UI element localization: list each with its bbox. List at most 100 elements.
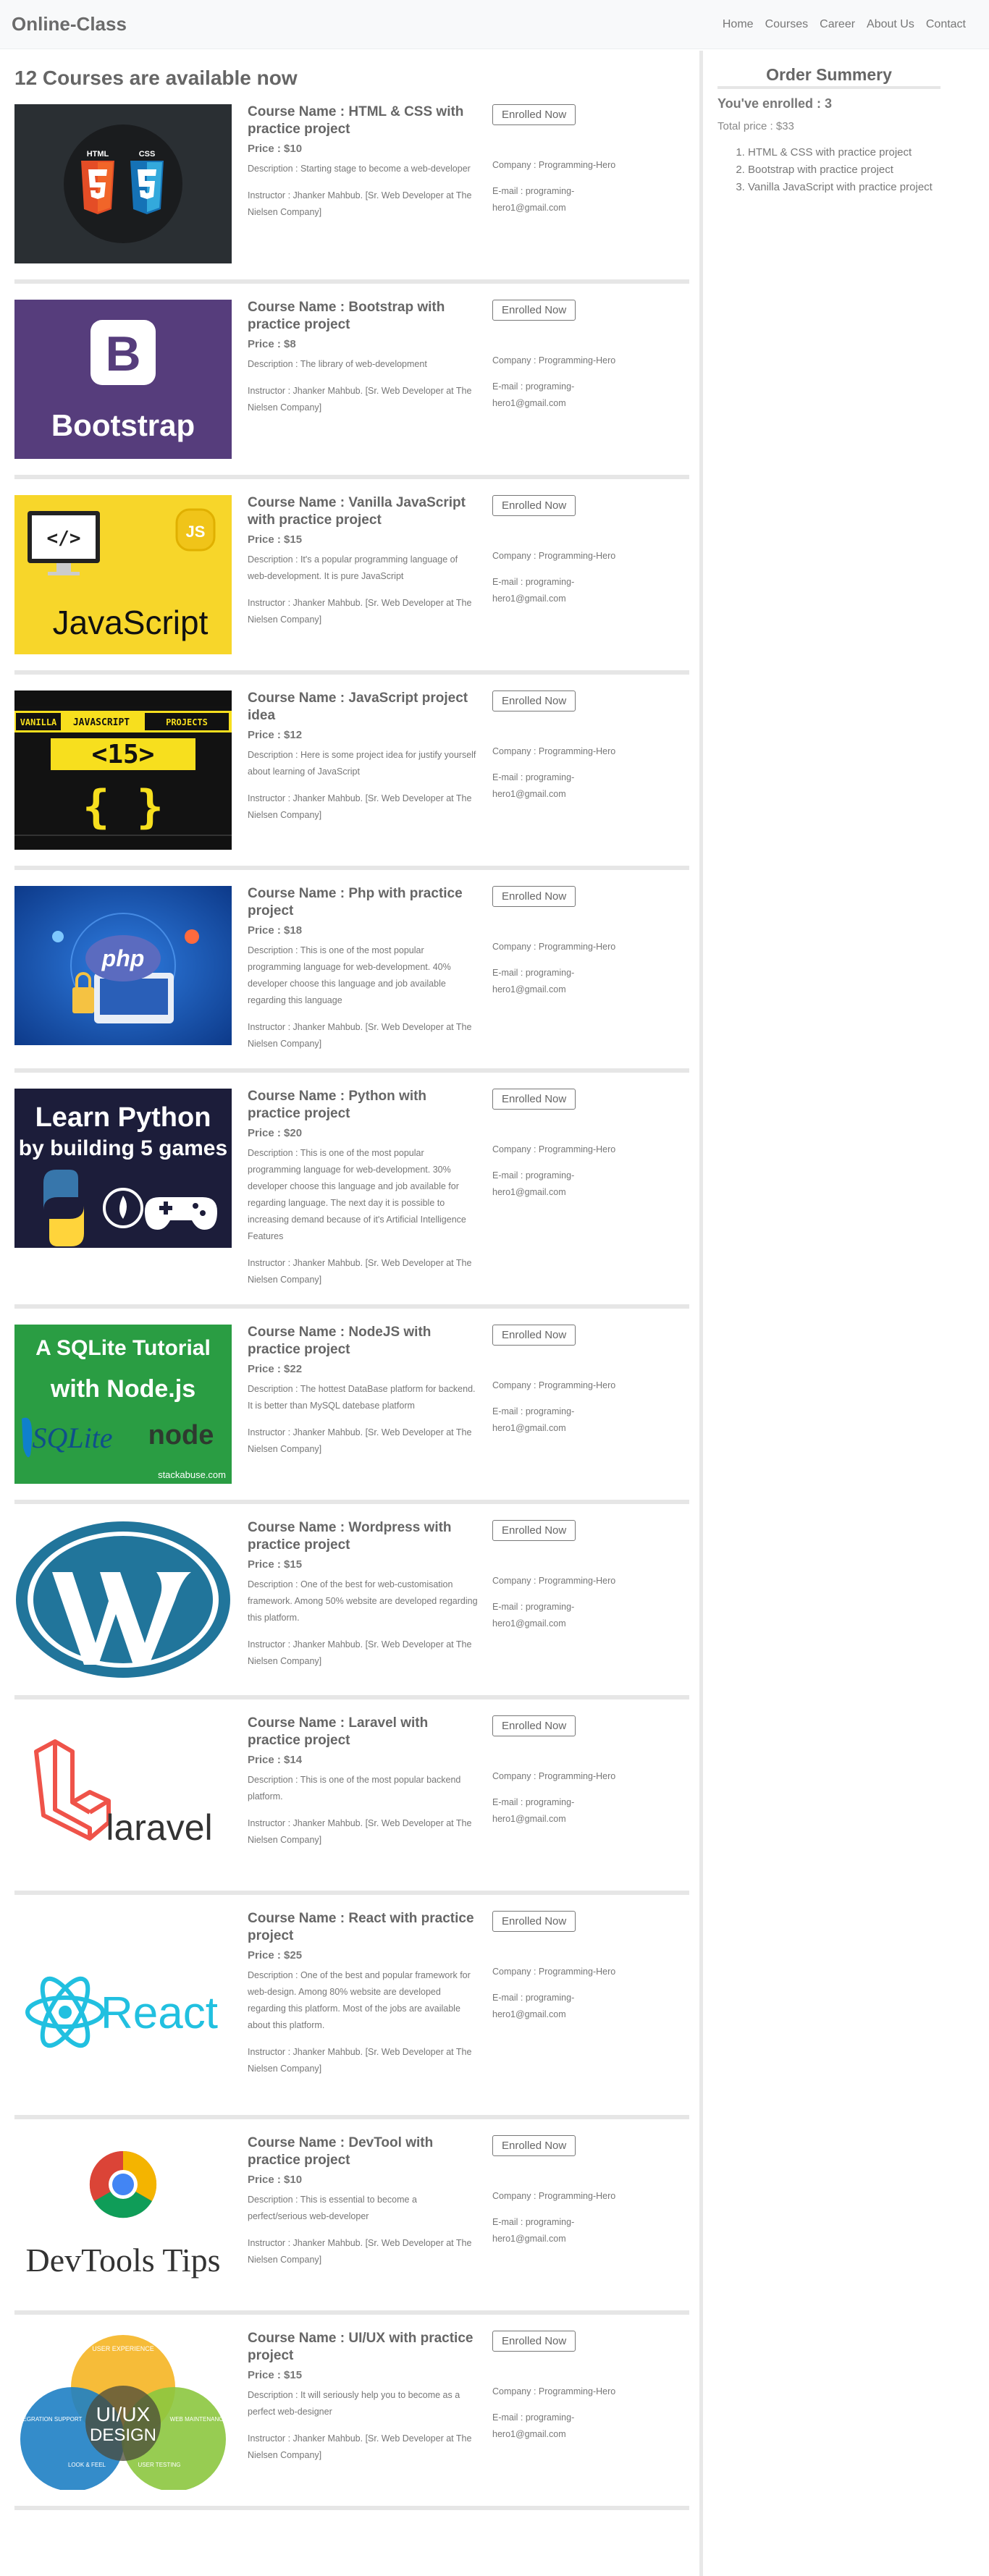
javascript-wordmark: JavaScript (53, 604, 209, 641)
course-company: Company : Programming-Hero (492, 551, 616, 561)
course-card: B Bootstrap Course Name : Bootstrap with… (14, 300, 689, 479)
course-description: Description : This is one of the most po… (248, 1775, 461, 1802)
course-actions: Enrolled Now Company : Programming-Hero … (478, 1089, 652, 1288)
course-actions: Enrolled Now Company : Programming-Hero … (478, 300, 652, 459)
course-actions: Enrolled Now Company : Programming-Hero … (478, 104, 652, 263)
course-name: Course Name : Vanilla JavaScript with pr… (248, 495, 466, 528)
nav-courses-link[interactable]: Courses (759, 18, 815, 31)
projects-label: PROJECTS (166, 717, 208, 727)
course-card: php Course Name : Php with practice proj… (14, 886, 689, 1073)
course-name: Course Name : JavaScript project idea (248, 691, 468, 723)
react-wordmark: React (101, 1988, 218, 2038)
learn-python-subtitle: by building 5 games (19, 1136, 227, 1160)
course-name: Course Name : DevTool with practice proj… (248, 2135, 434, 2168)
course-instructor: Instructor : Jhanker Mahbub. [Sr. Web De… (248, 2047, 472, 2074)
course-instructor: Instructor : Jhanker Mahbub. [Sr. Web De… (248, 1818, 472, 1845)
course-description: Description : The hottest DataBase platf… (248, 1384, 476, 1411)
course-description: Description : It will seriously help you… (248, 2390, 460, 2417)
course-card: A SQLite Tutorial with Node.js SQLite no… (14, 1325, 689, 1504)
fifteen-label: <15> (92, 740, 155, 769)
course-email: E-mail : programing-hero1@gmail.com (492, 577, 575, 604)
enroll-now-button[interactable]: Enrolled Now (492, 1325, 576, 1346)
html-css-logo-thumbnail: HTML CSS (14, 104, 232, 263)
course-description: Description : This is one of the most po… (248, 1148, 466, 1241)
code-symbol: </> (47, 528, 81, 549)
course-description: Description : This is one of the most po… (248, 945, 451, 1005)
course-name: Course Name : Wordpress with practice pr… (248, 1520, 452, 1553)
nav-home-link[interactable]: Home (717, 18, 759, 31)
nav-contact-link[interactable]: Contact (920, 18, 972, 31)
course-instructor: Instructor : Jhanker Mahbub. [Sr. Web De… (248, 2433, 472, 2460)
js-projects-logo-thumbnail: VANILLA JAVASCRIPT PROJECTS <15> { } (14, 691, 232, 850)
course-company: Company : Programming-Hero (492, 2386, 616, 2396)
course-info: Course Name : Bootstrap with practice pr… (232, 300, 478, 459)
brand-logo-link[interactable]: Online-Class (12, 13, 127, 35)
course-name: Course Name : Python with practice proje… (248, 1089, 427, 1121)
course-info: Course Name : Php with practice project … (232, 886, 478, 1052)
enrolled-course-item: Bootstrap with practice project (748, 161, 989, 179)
course-description: Description : One of the best and popula… (248, 1970, 471, 2030)
course-description: Description : One of the best for web-cu… (248, 1579, 478, 1623)
page-title: 12 Courses are available now (14, 67, 298, 89)
course-card: </> JS JavaScript Course Name : Vanilla … (14, 495, 689, 675)
course-card: Learn Python by building 5 games Course … (14, 1089, 689, 1309)
enroll-now-button[interactable]: Enrolled Now (492, 2331, 576, 2352)
total-price: Total price : $33 (717, 120, 794, 132)
course-email: E-mail : programing-hero1@gmail.com (492, 1993, 575, 2019)
course-info: Course Name : Vanilla JavaScript with pr… (232, 495, 478, 654)
course-email: E-mail : programing-hero1@gmail.com (492, 2217, 575, 2244)
venn-user-testing: USER TESTING (138, 2462, 181, 2468)
enroll-now-button[interactable]: Enrolled Now (492, 1089, 576, 1110)
course-company: Company : Programming-Hero (492, 1380, 616, 1390)
venn-integration-support: INTEGRATION SUPPORT (14, 2416, 83, 2423)
enroll-now-button[interactable]: Enrolled Now (492, 886, 576, 907)
wordpress-logo-thumbnail (14, 1520, 232, 1679)
enroll-now-button[interactable]: Enrolled Now (492, 300, 576, 321)
course-price: Price : $15 (248, 2369, 303, 2381)
course-price: Price : $15 (248, 1558, 303, 1571)
course-actions: Enrolled Now Company : Programming-Hero … (478, 691, 652, 850)
enroll-now-button[interactable]: Enrolled Now (492, 1911, 576, 1932)
sqlite-wordmark: SQLite (32, 1422, 112, 1454)
enroll-now-button[interactable]: Enrolled Now (492, 1520, 576, 1541)
course-company: Company : Programming-Hero (492, 1576, 616, 1586)
course-company: Company : Programming-Hero (492, 160, 616, 170)
course-actions: Enrolled Now Company : Programming-Hero … (478, 2331, 652, 2490)
course-actions: Enrolled Now Company : Programming-Hero … (478, 1520, 652, 1679)
bootstrap-logo-thumbnail: B Bootstrap (14, 300, 232, 459)
course-price: Price : $18 (248, 924, 303, 937)
uiux-title: UI/UX (96, 2403, 151, 2425)
course-info: Course Name : Laravel with practice proj… (232, 1715, 478, 1875)
course-name: Course Name : Php with practice project (248, 886, 463, 919)
laravel-logo-thumbnail: laravel (14, 1715, 232, 1875)
javascript-label: JAVASCRIPT (73, 717, 130, 728)
course-company: Company : Programming-Hero (492, 746, 616, 756)
course-price: Price : $12 (248, 729, 303, 741)
nav-about-link[interactable]: About Us (861, 18, 920, 31)
course-card: React Course Name : React with practice … (14, 1911, 689, 2119)
course-description: Description : This is essential to becom… (248, 2195, 417, 2221)
course-price: Price : $10 (248, 2174, 303, 2186)
venn-user-experience: USER EXPERIENCE (92, 2345, 154, 2352)
sqlite-tutorial-title: A SQLite Tutorial (35, 1336, 211, 1360)
course-email: E-mail : programing-hero1@gmail.com (492, 1406, 575, 1433)
course-instructor: Instructor : Jhanker Mahbub. [Sr. Web De… (248, 1639, 472, 1666)
enroll-now-button[interactable]: Enrolled Now (492, 1715, 576, 1736)
order-summary-title: Order Summery (717, 65, 940, 89)
course-info: Course Name : React with practice projec… (232, 1911, 478, 2099)
enroll-now-button[interactable]: Enrolled Now (492, 2135, 576, 2156)
enroll-now-button[interactable]: Enrolled Now (492, 104, 576, 125)
nav-career-link[interactable]: Career (814, 18, 861, 31)
course-company: Company : Programming-Hero (492, 2191, 616, 2201)
course-instructor: Instructor : Jhanker Mahbub. [Sr. Web De… (248, 598, 472, 625)
enroll-now-button[interactable]: Enrolled Now (492, 495, 576, 516)
course-list-section: 12 Courses are available now HTML CSS Co… (0, 51, 699, 2526)
course-company: Company : Programming-Hero (492, 1144, 616, 1154)
enroll-now-button[interactable]: Enrolled Now (492, 691, 576, 711)
sqlite-node-logo-thumbnail: A SQLite Tutorial with Node.js SQLite no… (14, 1325, 232, 1484)
course-info: Course Name : JavaScript project idea Pr… (232, 691, 478, 850)
stackabuse-label: stackabuse.com (158, 1469, 226, 1480)
nav-links: Home Courses Career About Us Contact (717, 18, 972, 31)
vanilla-label: VANILLA (20, 717, 57, 727)
course-name: Course Name : NodeJS with practice proje… (248, 1325, 432, 1357)
